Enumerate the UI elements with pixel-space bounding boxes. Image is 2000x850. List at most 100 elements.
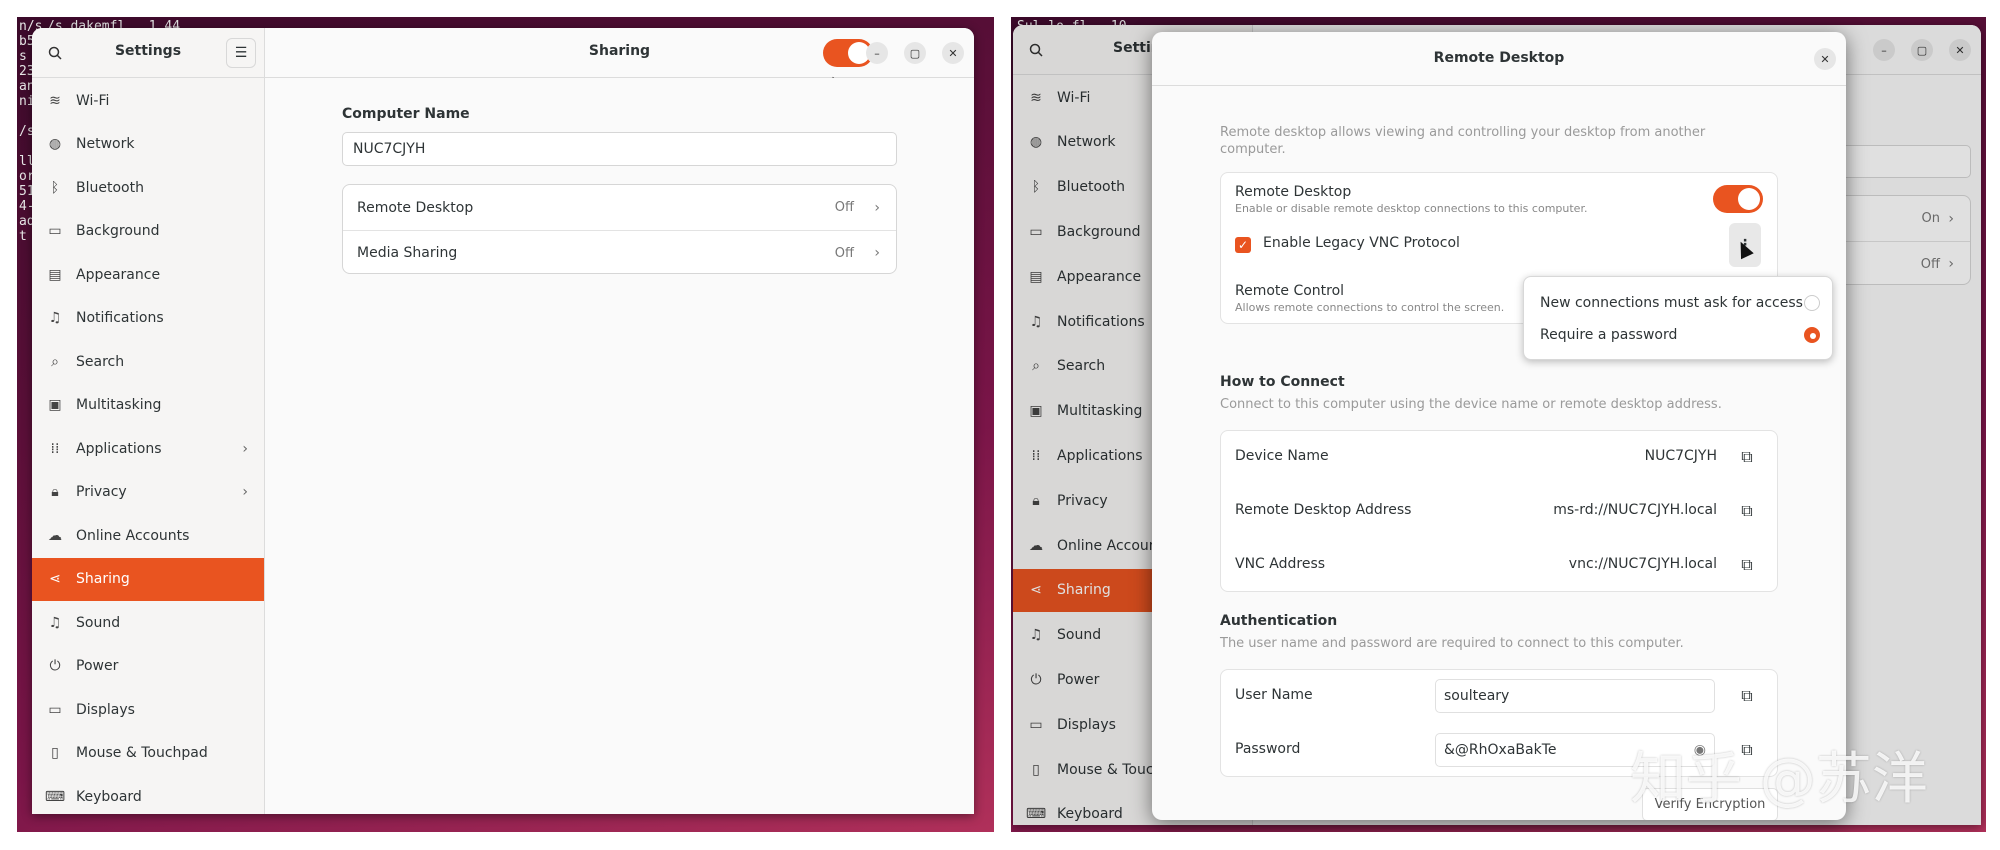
sharing-content: Computer Name NUC7CJYH Remote Desktop Of… — [265, 78, 974, 814]
sidebar-item-label: Applications — [76, 440, 162, 457]
device-name-value: NUC7CJYH — [1644, 448, 1717, 464]
dialog-header: Remote Desktop ✕ — [1152, 32, 1846, 86]
power-icon: ⏻ — [49, 658, 61, 674]
sidebar-item-sound[interactable]: ♫ Sound — [32, 601, 264, 644]
sidebar-item-bluetooth[interactable]: ᛒ Bluetooth — [32, 166, 264, 209]
option-label: New connections must ask for access — [1540, 295, 1803, 311]
password-value: &@RhOxaBakTe — [1444, 742, 1557, 758]
remote-desktop-dialog: Remote Desktop ✕ Remote desktop allows v… — [1152, 32, 1846, 820]
copy-icon[interactable]: ⧉ — [1739, 447, 1755, 466]
rdp-address-value: ms-rd://NUC7CJYH.local — [1553, 502, 1717, 518]
remote-control-title: Remote Control — [1235, 283, 1345, 299]
rdp-address-label: Remote Desktop Address — [1235, 502, 1412, 518]
password-label: Password — [1235, 741, 1301, 757]
share-icon: ⋖ — [49, 571, 61, 587]
chevron-right-icon: › — [874, 199, 880, 216]
mouse-icon: ▯ — [51, 745, 59, 761]
sidebar-item-label: Power — [76, 658, 119, 674]
authentication-desc: The user name and password are required … — [1220, 636, 1684, 651]
remote-control-subtitle: Allows remote connections to control the… — [1235, 301, 1505, 314]
radio-button-selected[interactable] — [1804, 327, 1820, 343]
sidebar-item-label: Bluetooth — [76, 179, 144, 196]
computer-name-field[interactable]: NUC7CJYH — [342, 132, 897, 166]
close-button[interactable]: ✕ — [942, 42, 964, 64]
sidebar-item-network[interactable]: ◍ Network — [32, 123, 264, 166]
sidebar-item-multitasking[interactable]: ▣ Multitasking — [32, 384, 264, 427]
sidebar-item-label: Online Accounts — [76, 527, 190, 544]
sidebar-item-notifications[interactable]: ♫ Notifications — [32, 297, 264, 340]
sidebar-item-wi-fi[interactable]: ≋ Wi-Fi — [32, 79, 264, 122]
legacy-vnc-checkbox[interactable]: ✓ — [1235, 237, 1251, 253]
popover-option-ask-access[interactable]: New connections must ask for access — [1540, 288, 1820, 318]
how-to-connect-title: How to Connect — [1220, 374, 1345, 390]
connection-info-box: Device Name NUC7CJYH ⧉ Remote Desktop Ad… — [1220, 430, 1778, 592]
appearance-icon: ▤ — [48, 266, 62, 283]
bell-icon: ♫ — [48, 310, 62, 326]
computer-name-label: Computer Name — [342, 106, 470, 122]
chevron-right-icon: › — [242, 484, 248, 500]
bluetooth-icon: ᛒ — [50, 179, 60, 196]
username-label: User Name — [1235, 687, 1313, 703]
remote-desktop-toggle-row: Remote Desktop Enable or disable remote … — [1221, 173, 1777, 221]
sidebar-item-power[interactable]: ⏻ Power — [32, 645, 264, 688]
radio-button[interactable] — [1804, 295, 1820, 311]
maximize-icon: ▢ — [909, 46, 921, 60]
media-sharing-status: Off — [834, 245, 854, 261]
how-to-connect-desc: Connect to this computer using the devic… — [1220, 397, 1722, 412]
sidebar-item-label: Mouse & Touchpad — [76, 745, 208, 761]
remote-desktop-toggle[interactable] — [1713, 185, 1763, 213]
sidebar-item-label: Sound — [76, 614, 121, 631]
dialog-intro: Remote desktop allows viewing and contro… — [1220, 125, 1706, 157]
music-note-icon: ♫ — [48, 614, 62, 631]
rdp-address-row: Remote Desktop Address ms-rd://NUC7CJYH.… — [1221, 485, 1777, 539]
username-input[interactable]: soulteary — [1435, 679, 1715, 713]
media-sharing-label: Media Sharing — [357, 245, 458, 261]
media-sharing-row[interactable]: Media Sharing Off › — [343, 230, 896, 275]
sidebar-item-background[interactable]: ▭ Background — [32, 210, 264, 253]
copy-icon[interactable]: ⧉ — [1739, 555, 1755, 574]
username-row: User Name soulteary ⧉ — [1221, 670, 1777, 724]
remote-desktop-title: Remote Desktop — [1235, 184, 1352, 200]
option-label: Require a password — [1540, 327, 1678, 343]
sidebar-item-keyboard[interactable]: ⌨ Keyboard — [32, 775, 264, 814]
sidebar-item-label: Displays — [76, 701, 135, 718]
checkmark-icon: ✓ — [1237, 238, 1249, 252]
maximize-button[interactable]: ▢ — [904, 42, 926, 64]
popover-option-require-password[interactable]: Require a password — [1540, 320, 1820, 350]
sidebar-item-label: Sharing — [76, 571, 130, 587]
sidebar-item-label: Background — [76, 223, 160, 239]
dialog-body: Remote desktop allows viewing and contro… — [1152, 86, 1846, 820]
sidebar-item-label: Keyboard — [76, 788, 142, 805]
sidebar-item-label: Notifications — [76, 310, 164, 326]
sidebar-item-online-accounts[interactable]: ☁ Online Accounts — [32, 514, 264, 557]
device-name-row: Device Name NUC7CJYH ⧉ — [1221, 431, 1777, 485]
apps-grid-icon: ⁞⁞ — [50, 440, 60, 457]
sidebar-item-displays[interactable]: ▭ Displays — [32, 688, 264, 731]
chevron-right-icon: › — [874, 245, 880, 261]
minimize-button[interactable]: – — [866, 42, 888, 64]
sidebar: ≋ Wi-Fi ◍ Network ᛒ Bluetooth ▭ Background ▤ Appe… — [32, 78, 265, 814]
vnc-address-value: vnc://NUC7CJYH.local — [1568, 556, 1717, 572]
dialog-title: Remote Desktop — [1433, 50, 1565, 66]
sidebar-item-sharing[interactable]: ⋖ Sharing — [32, 557, 264, 601]
sidebar-item-appearance[interactable]: ▤ Appearance — [32, 253, 264, 296]
sidebar-header: Settings ☰ — [32, 28, 265, 78]
network-icon: ◍ — [48, 136, 62, 152]
copy-icon[interactable]: ⧉ — [1739, 501, 1755, 520]
right-screenshot: Sul lo fl.. 10 .. .. Settings ≋Wi-Fi◍Net… — [1011, 17, 1986, 832]
sidebar-item-privacy[interactable]: 🔒︎ Privacy › — [32, 471, 264, 514]
dialog-close-button[interactable]: ✕ — [1814, 48, 1836, 70]
sidebar-item-applications[interactable]: ⁞⁞ Applications › — [32, 427, 264, 470]
display-icon: ▭ — [48, 701, 62, 718]
keyboard-icon: ⌨ — [44, 788, 66, 805]
sidebar-item-search[interactable]: ⌕ Search — [32, 340, 264, 383]
hamburger-menu-button[interactable]: ☰ — [226, 38, 256, 68]
sidebar-item-mouse-touchpad[interactable]: ▯ Mouse & Touchpad — [32, 732, 264, 775]
chevron-right-icon: › — [242, 440, 248, 457]
sidebar-item-label: Multitasking — [76, 397, 162, 413]
sidebar-item-label: Appearance — [76, 266, 161, 283]
remote-desktop-row[interactable]: Remote Desktop Off › — [343, 185, 896, 230]
sidebar-item-label: Search — [76, 353, 125, 370]
content-header: Sharing – ▢ ✕ — [265, 28, 974, 78]
copy-icon[interactable]: ⧉ — [1739, 686, 1755, 705]
